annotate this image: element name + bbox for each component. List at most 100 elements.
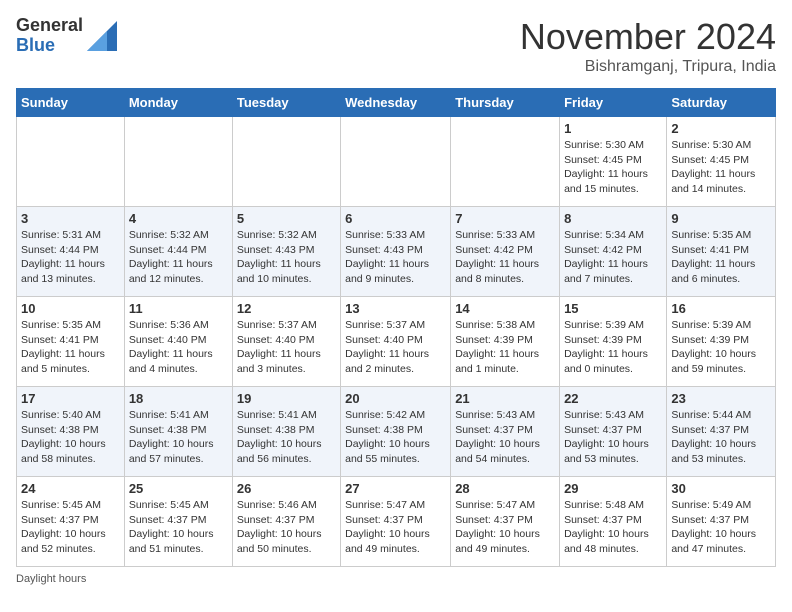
day-number: 1 xyxy=(564,121,662,136)
calendar-cell: 7 Sunrise: 5:33 AM Sunset: 4:42 PM Daylig… xyxy=(451,207,560,297)
day-info: Sunrise: 5:32 AM Sunset: 4:43 PM Dayligh… xyxy=(237,228,336,287)
calendar-cell: 11 Sunrise: 5:36 AM Sunset: 4:40 PM Dayli… xyxy=(124,297,232,387)
calendar-week-row: 17Sunrise: 5:40 AM Sunset: 4:38 PM Dayli… xyxy=(17,387,776,477)
page-header: General Blue November 2024 Bishramganj, … xyxy=(16,16,776,76)
calendar-cell: 13 Sunrise: 5:37 AM Sunset: 4:40 PM Dayli… xyxy=(341,297,451,387)
calendar-cell: 20 Sunrise: 5:42 AM Sunset: 4:38 PM Dayli… xyxy=(341,387,451,477)
day-info: Sunrise: 5:37 AM Sunset: 4:40 PM Dayligh… xyxy=(237,318,336,377)
calendar-cell xyxy=(451,117,560,207)
day-info: Sunrise: 5:47 AM Sunset: 4:37 PM Dayligh… xyxy=(455,498,555,557)
daylight-hours-label: Daylight hours xyxy=(16,573,86,585)
day-info: Sunrise: 5:46 AM Sunset: 4:37 PM Dayligh… xyxy=(237,498,336,557)
day-info: Sunrise: 5:30 AM Sunset: 4:45 PM Dayligh… xyxy=(671,138,771,197)
calendar-cell: 2 Sunrise: 5:30 AM Sunset: 4:45 PM Daylig… xyxy=(667,117,776,207)
day-info: Sunrise: 5:49 AM Sunset: 4:37 PM Dayligh… xyxy=(671,498,771,557)
day-number: 6 xyxy=(345,211,446,226)
day-info: Sunrise: 5:43 AM Sunset: 4:37 PM Dayligh… xyxy=(455,408,555,467)
calendar-week-row: 1 Sunrise: 5:30 AM Sunset: 4:45 PM Daylig… xyxy=(17,117,776,207)
calendar-cell: 12 Sunrise: 5:37 AM Sunset: 4:40 PM Dayli… xyxy=(232,297,340,387)
day-number: 11 xyxy=(129,301,228,316)
day-number: 13 xyxy=(345,301,446,316)
day-number: 14 xyxy=(455,301,555,316)
logo-blue: Blue xyxy=(16,36,83,56)
calendar-week-row: 3 Sunrise: 5:31 AM Sunset: 4:44 PM Daylig… xyxy=(17,207,776,297)
day-info: Sunrise: 5:37 AM Sunset: 4:40 PM Dayligh… xyxy=(345,318,446,377)
logo: General Blue xyxy=(16,16,117,56)
logo-general: General xyxy=(16,16,83,36)
day-number: 16 xyxy=(671,301,771,316)
day-info: Sunrise: 5:48 AM Sunset: 4:37 PM Dayligh… xyxy=(564,498,662,557)
day-number: 8 xyxy=(564,211,662,226)
day-number: 15 xyxy=(564,301,662,316)
day-info: Sunrise: 5:41 AM Sunset: 4:38 PM Dayligh… xyxy=(237,408,336,467)
day-info: Sunrise: 5:36 AM Sunset: 4:40 PM Dayligh… xyxy=(129,318,228,377)
calendar-header-row: SundayMondayTuesdayWednesdayThursdayFrid… xyxy=(17,89,776,117)
calendar-cell: 29 Sunrise: 5:48 AM Sunset: 4:37 PM Dayli… xyxy=(560,477,667,567)
footer: Daylight hours xyxy=(16,573,776,585)
day-info: Sunrise: 5:39 AM Sunset: 4:39 PM Dayligh… xyxy=(564,318,662,377)
calendar-cell: 1 Sunrise: 5:30 AM Sunset: 4:45 PM Daylig… xyxy=(560,117,667,207)
calendar-cell xyxy=(124,117,232,207)
day-info: Sunrise: 5:31 AM Sunset: 4:44 PM Dayligh… xyxy=(21,228,120,287)
day-number: 21 xyxy=(455,391,555,406)
month-title: November 2024 xyxy=(520,16,776,58)
calendar-cell: 28 Sunrise: 5:47 AM Sunset: 4:37 PM Dayli… xyxy=(451,477,560,567)
day-info: Sunrise: 5:42 AM Sunset: 4:38 PM Dayligh… xyxy=(345,408,446,467)
day-number: 20 xyxy=(345,391,446,406)
calendar-cell: 4 Sunrise: 5:32 AM Sunset: 4:44 PM Daylig… xyxy=(124,207,232,297)
calendar-cell: 24 Sunrise: 5:45 AM Sunset: 4:37 PM Dayli… xyxy=(17,477,125,567)
day-info: Sunrise: 5:33 AM Sunset: 4:43 PM Dayligh… xyxy=(345,228,446,287)
day-number: 28 xyxy=(455,481,555,496)
day-info: Sunrise: 5:35 AM Sunset: 4:41 PM Dayligh… xyxy=(21,318,120,377)
day-number: 2 xyxy=(671,121,771,136)
day-number: 5 xyxy=(237,211,336,226)
day-number: 25 xyxy=(129,481,228,496)
day-info: Sunrise: 5:32 AM Sunset: 4:44 PM Dayligh… xyxy=(129,228,228,287)
day-number: 29 xyxy=(564,481,662,496)
day-number: 30 xyxy=(671,481,771,496)
day-info: Sunrise: 5:30 AM Sunset: 4:45 PM Dayligh… xyxy=(564,138,662,197)
calendar-cell: 3 Sunrise: 5:31 AM Sunset: 4:44 PM Daylig… xyxy=(17,207,125,297)
title-block: November 2024 Bishramganj, Tripura, Indi… xyxy=(520,16,776,76)
calendar-cell: 30 Sunrise: 5:49 AM Sunset: 4:37 PM Dayli… xyxy=(667,477,776,567)
calendar-cell: 5 Sunrise: 5:32 AM Sunset: 4:43 PM Daylig… xyxy=(232,207,340,297)
calendar-cell: 15 Sunrise: 5:39 AM Sunset: 4:39 PM Dayli… xyxy=(560,297,667,387)
day-number: 4 xyxy=(129,211,228,226)
calendar-cell: 27Sunrise: 5:47 AM Sunset: 4:37 PM Dayli… xyxy=(341,477,451,567)
day-info: Sunrise: 5:44 AM Sunset: 4:37 PM Dayligh… xyxy=(671,408,771,467)
day-info: Sunrise: 5:35 AM Sunset: 4:41 PM Dayligh… xyxy=(671,228,771,287)
day-number: 3 xyxy=(21,211,120,226)
header-sunday: Sunday xyxy=(17,89,125,117)
calendar-cell: 10 Sunrise: 5:35 AM Sunset: 4:41 PM Dayli… xyxy=(17,297,125,387)
day-info: Sunrise: 5:34 AM Sunset: 4:42 PM Dayligh… xyxy=(564,228,662,287)
calendar-cell: 18Sunrise: 5:41 AM Sunset: 4:38 PM Dayli… xyxy=(124,387,232,477)
calendar-cell: 21 Sunrise: 5:43 AM Sunset: 4:37 PM Dayli… xyxy=(451,387,560,477)
day-number: 18 xyxy=(129,391,228,406)
calendar-cell xyxy=(17,117,125,207)
calendar-table: SundayMondayTuesdayWednesdayThursdayFrid… xyxy=(16,88,776,567)
day-info: Sunrise: 5:38 AM Sunset: 4:39 PM Dayligh… xyxy=(455,318,555,377)
calendar-cell: 17Sunrise: 5:40 AM Sunset: 4:38 PM Dayli… xyxy=(17,387,125,477)
day-number: 10 xyxy=(21,301,120,316)
logo-text: General Blue xyxy=(16,16,83,56)
day-info: Sunrise: 5:45 AM Sunset: 4:37 PM Dayligh… xyxy=(129,498,228,557)
header-tuesday: Tuesday xyxy=(232,89,340,117)
logo-icon xyxy=(87,21,117,51)
day-info: Sunrise: 5:33 AM Sunset: 4:42 PM Dayligh… xyxy=(455,228,555,287)
day-info: Sunrise: 5:39 AM Sunset: 4:39 PM Dayligh… xyxy=(671,318,771,377)
day-info: Sunrise: 5:43 AM Sunset: 4:37 PM Dayligh… xyxy=(564,408,662,467)
calendar-cell: 23Sunrise: 5:44 AM Sunset: 4:37 PM Dayli… xyxy=(667,387,776,477)
day-number: 12 xyxy=(237,301,336,316)
calendar-cell: 16 Sunrise: 5:39 AM Sunset: 4:39 PM Dayli… xyxy=(667,297,776,387)
day-number: 7 xyxy=(455,211,555,226)
calendar-cell: 25 Sunrise: 5:45 AM Sunset: 4:37 PM Dayli… xyxy=(124,477,232,567)
location-title: Bishramganj, Tripura, India xyxy=(520,58,776,76)
header-saturday: Saturday xyxy=(667,89,776,117)
calendar-cell: 22Sunrise: 5:43 AM Sunset: 4:37 PM Dayli… xyxy=(560,387,667,477)
day-info: Sunrise: 5:40 AM Sunset: 4:38 PM Dayligh… xyxy=(21,408,120,467)
calendar-cell: 19Sunrise: 5:41 AM Sunset: 4:38 PM Dayli… xyxy=(232,387,340,477)
day-info: Sunrise: 5:45 AM Sunset: 4:37 PM Dayligh… xyxy=(21,498,120,557)
day-number: 24 xyxy=(21,481,120,496)
calendar-week-row: 10 Sunrise: 5:35 AM Sunset: 4:41 PM Dayli… xyxy=(17,297,776,387)
calendar-cell: 26Sunrise: 5:46 AM Sunset: 4:37 PM Dayli… xyxy=(232,477,340,567)
